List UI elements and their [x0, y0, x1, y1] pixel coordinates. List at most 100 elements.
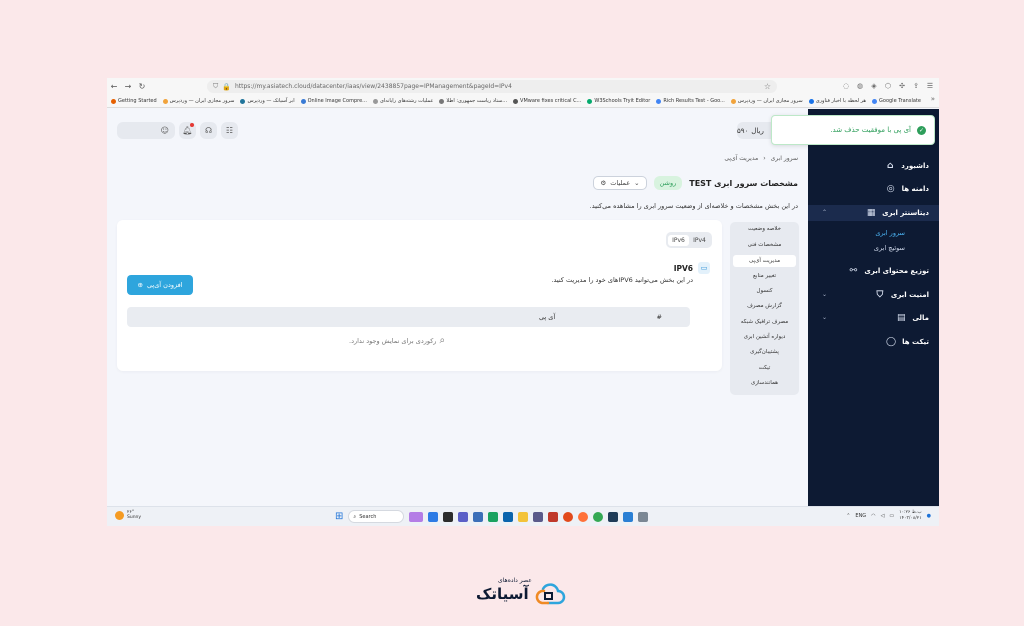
bookmark-item[interactable]: سرور مجازی ایران — وردپرس: [162, 98, 234, 104]
folder-icon[interactable]: [518, 511, 529, 522]
vpn-icon[interactable]: ◈: [869, 80, 879, 92]
bookmark-item[interactable]: سرور مجازی ایران — وردپرس: [730, 98, 803, 104]
share-icon[interactable]: ⇪: [911, 80, 921, 92]
tab-replication[interactable]: همانندسازی: [730, 380, 799, 386]
taskbar-search-label: Search: [359, 513, 377, 520]
screen: ← → ↻ ⛉ 🔒 https://my.asiatech.cloud/data…: [107, 78, 939, 526]
address-bar[interactable]: ⛉ 🔒 https://my.asiatech.cloud/datacenter…: [207, 80, 777, 93]
chrome-icon[interactable]: [593, 511, 604, 522]
favicon-icon: [513, 98, 519, 104]
chevron-more-icon[interactable]: »: [931, 95, 935, 103]
bookmark-item[interactable]: ابر آسیاتک — وردپرس: [240, 98, 295, 104]
teams-icon[interactable]: [458, 511, 469, 522]
app-icon[interactable]: [473, 511, 484, 522]
tab-specs[interactable]: مشخصات فنی: [730, 242, 799, 248]
favicon-icon: [808, 98, 814, 104]
bookmark-item[interactable]: W3Schools Tryit Editor: [587, 98, 650, 104]
back-icon[interactable]: ←: [107, 82, 121, 91]
bookmark-item[interactable]: VMware fixes critical C...: [513, 98, 581, 104]
widget-icon[interactable]: [409, 511, 424, 522]
tab-console[interactable]: کنسول: [730, 288, 799, 294]
windows-start-icon[interactable]: ⊞: [335, 511, 343, 522]
task-view-icon[interactable]: [428, 511, 439, 522]
volume-icon[interactable]: ◁: [881, 513, 885, 519]
sidebar-item-finance[interactable]: ▤ مالی: [896, 313, 929, 323]
notifications-button[interactable]: 🔔︎: [179, 122, 196, 139]
ip-version-toggle: IPv6 IPv4: [666, 232, 712, 248]
favicon-icon: [300, 98, 306, 104]
chevron-up-icon[interactable]: ⌃: [846, 513, 850, 519]
bookmark-item[interactable]: Online Image Compre...: [300, 98, 367, 104]
photoshop-icon[interactable]: [608, 511, 619, 522]
toast-message: آی پی با موفقیت حذف شد.: [830, 126, 911, 134]
sidebar-subitem-cloud-switch[interactable]: سوئیچ ابری: [874, 244, 905, 252]
bookmark-star-icon[interactable]: ☆: [764, 82, 771, 91]
app-icon[interactable]: [623, 511, 634, 522]
chevron-down-icon[interactable]: ⌄: [822, 314, 827, 321]
bookmark-item[interactable]: Google Translate: [872, 98, 921, 104]
tab-resize[interactable]: تغییر منابع: [730, 273, 799, 279]
firefox-icon[interactable]: [578, 511, 589, 522]
toggle-ipv4[interactable]: IPv4: [689, 235, 710, 246]
section-header: ▭ IPV6: [674, 262, 710, 274]
store-icon[interactable]: [533, 511, 544, 522]
add-ip-button[interactable]: ⊕ افزودن آی‌پی: [127, 275, 193, 295]
search-sparkle-icon: ⌕: [439, 335, 446, 346]
app-icon[interactable]: [638, 511, 649, 522]
sidebar-subitem-cloud-server[interactable]: سرور ابری: [875, 229, 905, 237]
tab-firewall[interactable]: دیواره آتشین ابری: [730, 334, 799, 340]
weather-widget[interactable]: ۲۶° Sunny: [115, 510, 141, 520]
battery-icon[interactable]: ▭: [889, 513, 894, 519]
bookmark-item[interactable]: Rich Results Test - Goo...: [656, 98, 725, 104]
tab-ip-management[interactable]: مدیریت آی‌پی: [733, 255, 796, 267]
storage-button[interactable]: ☷: [221, 122, 238, 139]
taskbar-search[interactable]: ⌕ Search: [348, 510, 405, 523]
app-icon[interactable]: [548, 511, 559, 522]
tab-summary[interactable]: خلاصه وضعیت: [730, 226, 799, 232]
browser-toolbar: ← → ↻ ⛉ 🔒 https://my.asiatech.cloud/data…: [107, 78, 939, 95]
chevron-down-icon[interactable]: ⌄: [822, 291, 827, 298]
breadcrumb: سرور ابری ‹ مدیریت آی‌پی: [724, 155, 798, 162]
pocket-icon[interactable]: ◌: [841, 80, 851, 92]
favicon-icon: [240, 98, 246, 104]
tab-backup[interactable]: پشتیبان‌گیری: [730, 349, 799, 355]
terminal-icon[interactable]: [443, 511, 454, 522]
balance-amount: ۵۹۰: [737, 126, 749, 135]
wifi-icon[interactable]: ◠: [871, 513, 875, 519]
breadcrumb-item: مدیریت آی‌پی: [724, 155, 759, 162]
sidebar-item-tickets[interactable]: ◯ تیکت ها: [886, 337, 929, 347]
sidebar-item-label: داشبورد: [901, 162, 929, 170]
support-button[interactable]: ☊: [200, 122, 217, 139]
puzzle-icon[interactable]: ✣: [897, 80, 907, 92]
chevron-up-icon[interactable]: ⌃: [822, 209, 827, 216]
tab-usage-report[interactable]: گزارش مصرف: [730, 303, 799, 309]
language-indicator[interactable]: ENG: [855, 513, 866, 519]
account-icon[interactable]: ◍: [855, 80, 865, 92]
menu-icon[interactable]: ☰: [925, 80, 935, 92]
opera-icon[interactable]: [563, 511, 574, 522]
outlook-icon[interactable]: [503, 511, 514, 522]
sidebar-item-domains[interactable]: ◎ دامنه ها: [886, 184, 929, 194]
clock[interactable]: ۱۰:۲۶ ب.ظ ۱۴۰۳/۰۸/۲۱: [899, 510, 921, 521]
sidebar-item-cloud-security[interactable]: ⛉ امنیت ابری: [875, 290, 929, 300]
edge-icon[interactable]: [488, 511, 499, 522]
operations-button[interactable]: ⚙ عملیات ⌄: [593, 176, 647, 190]
bookmark-item[interactable]: عملیات رشته‌های رایانه‌ای: [372, 98, 433, 104]
toggle-ipv6[interactable]: IPv6: [668, 234, 689, 246]
extension-icon[interactable]: ⬡: [883, 80, 893, 92]
breadcrumb-item[interactable]: سرور ابری: [771, 155, 798, 162]
reload-icon[interactable]: ↻: [135, 82, 149, 91]
sidebar-item-dashboard[interactable]: ⌂ داشبورد: [885, 161, 929, 171]
section-description: در این بخش می‌توانید IPV6های خود را مدیر…: [551, 276, 693, 284]
bookmark-item[interactable]: هر لحظه با اخبار فناوری: [808, 98, 866, 104]
bookmark-item[interactable]: Getting Started: [111, 98, 157, 104]
bookmark-item[interactable]: ستاد ریاست جمهوری: اطلا...: [439, 98, 507, 104]
sidebar-item-cdn[interactable]: ⚯ توزیع محتوای ابری: [848, 266, 929, 276]
tab-network-traffic[interactable]: مصرف ترافیک شبکه: [730, 319, 799, 325]
sidebar-item-cloud-datacenter[interactable]: ▦ دیتاسنتر ابری: [866, 208, 929, 218]
favicon-icon: [111, 98, 116, 104]
user-menu[interactable]: ☺: [117, 122, 175, 139]
forward-icon[interactable]: →: [121, 82, 135, 91]
notification-bell-icon[interactable]: ●: [927, 513, 931, 519]
tab-ticket[interactable]: تیکت: [730, 365, 799, 371]
